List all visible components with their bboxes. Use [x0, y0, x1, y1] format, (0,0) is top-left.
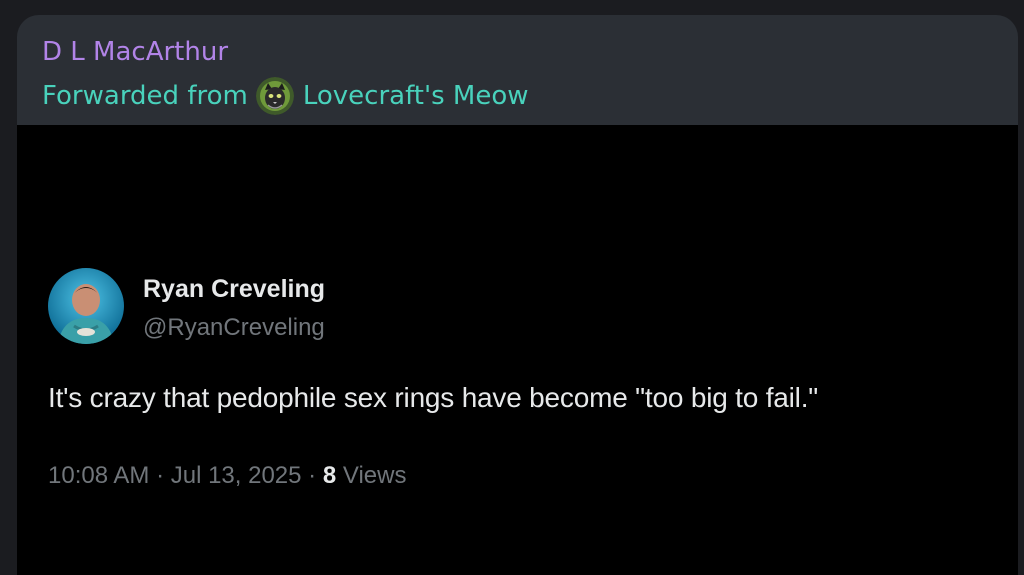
meta-separator: ·	[301, 462, 323, 489]
tweet-time: 10:08 AM	[48, 462, 150, 489]
tweet-views-count: 8	[322, 462, 337, 489]
tweet-metadata: 10:08 AM · Jul 13, 2025 · 8 Views	[48, 462, 406, 490]
tweet-author-avatar	[48, 268, 124, 344]
tweet-author-name: Ryan Creveling	[143, 275, 326, 303]
tweet-author-handle: @RyanCreveling	[143, 314, 325, 341]
forwarded-channel-name: Lovecraft's Meow	[302, 81, 529, 111]
message-header: D L MacArthur Forwarded from Lovecraft's…	[17, 15, 1018, 125]
tweet-body-text: It's crazy that pedophile sex rings have…	[48, 382, 819, 413]
forwarded-prefix: Forwarded from	[42, 81, 248, 111]
tweet-screenshot-media[interactable]: Ryan Creveling @RyanCreveling It's crazy…	[17, 125, 1018, 575]
tweet-date: Jul 13, 2025	[170, 462, 302, 489]
cat-avatar-icon	[255, 77, 294, 115]
tweet-views-label: Views	[336, 462, 407, 489]
sender-name[interactable]: D L MacArthur	[42, 37, 228, 67]
meta-separator: ·	[149, 462, 171, 489]
forwarded-message-bubble[interactable]: D L MacArthur Forwarded from Lovecraft's…	[17, 15, 1018, 575]
forwarded-from-line[interactable]: Forwarded from Lovecraft's Meow	[42, 77, 529, 115]
